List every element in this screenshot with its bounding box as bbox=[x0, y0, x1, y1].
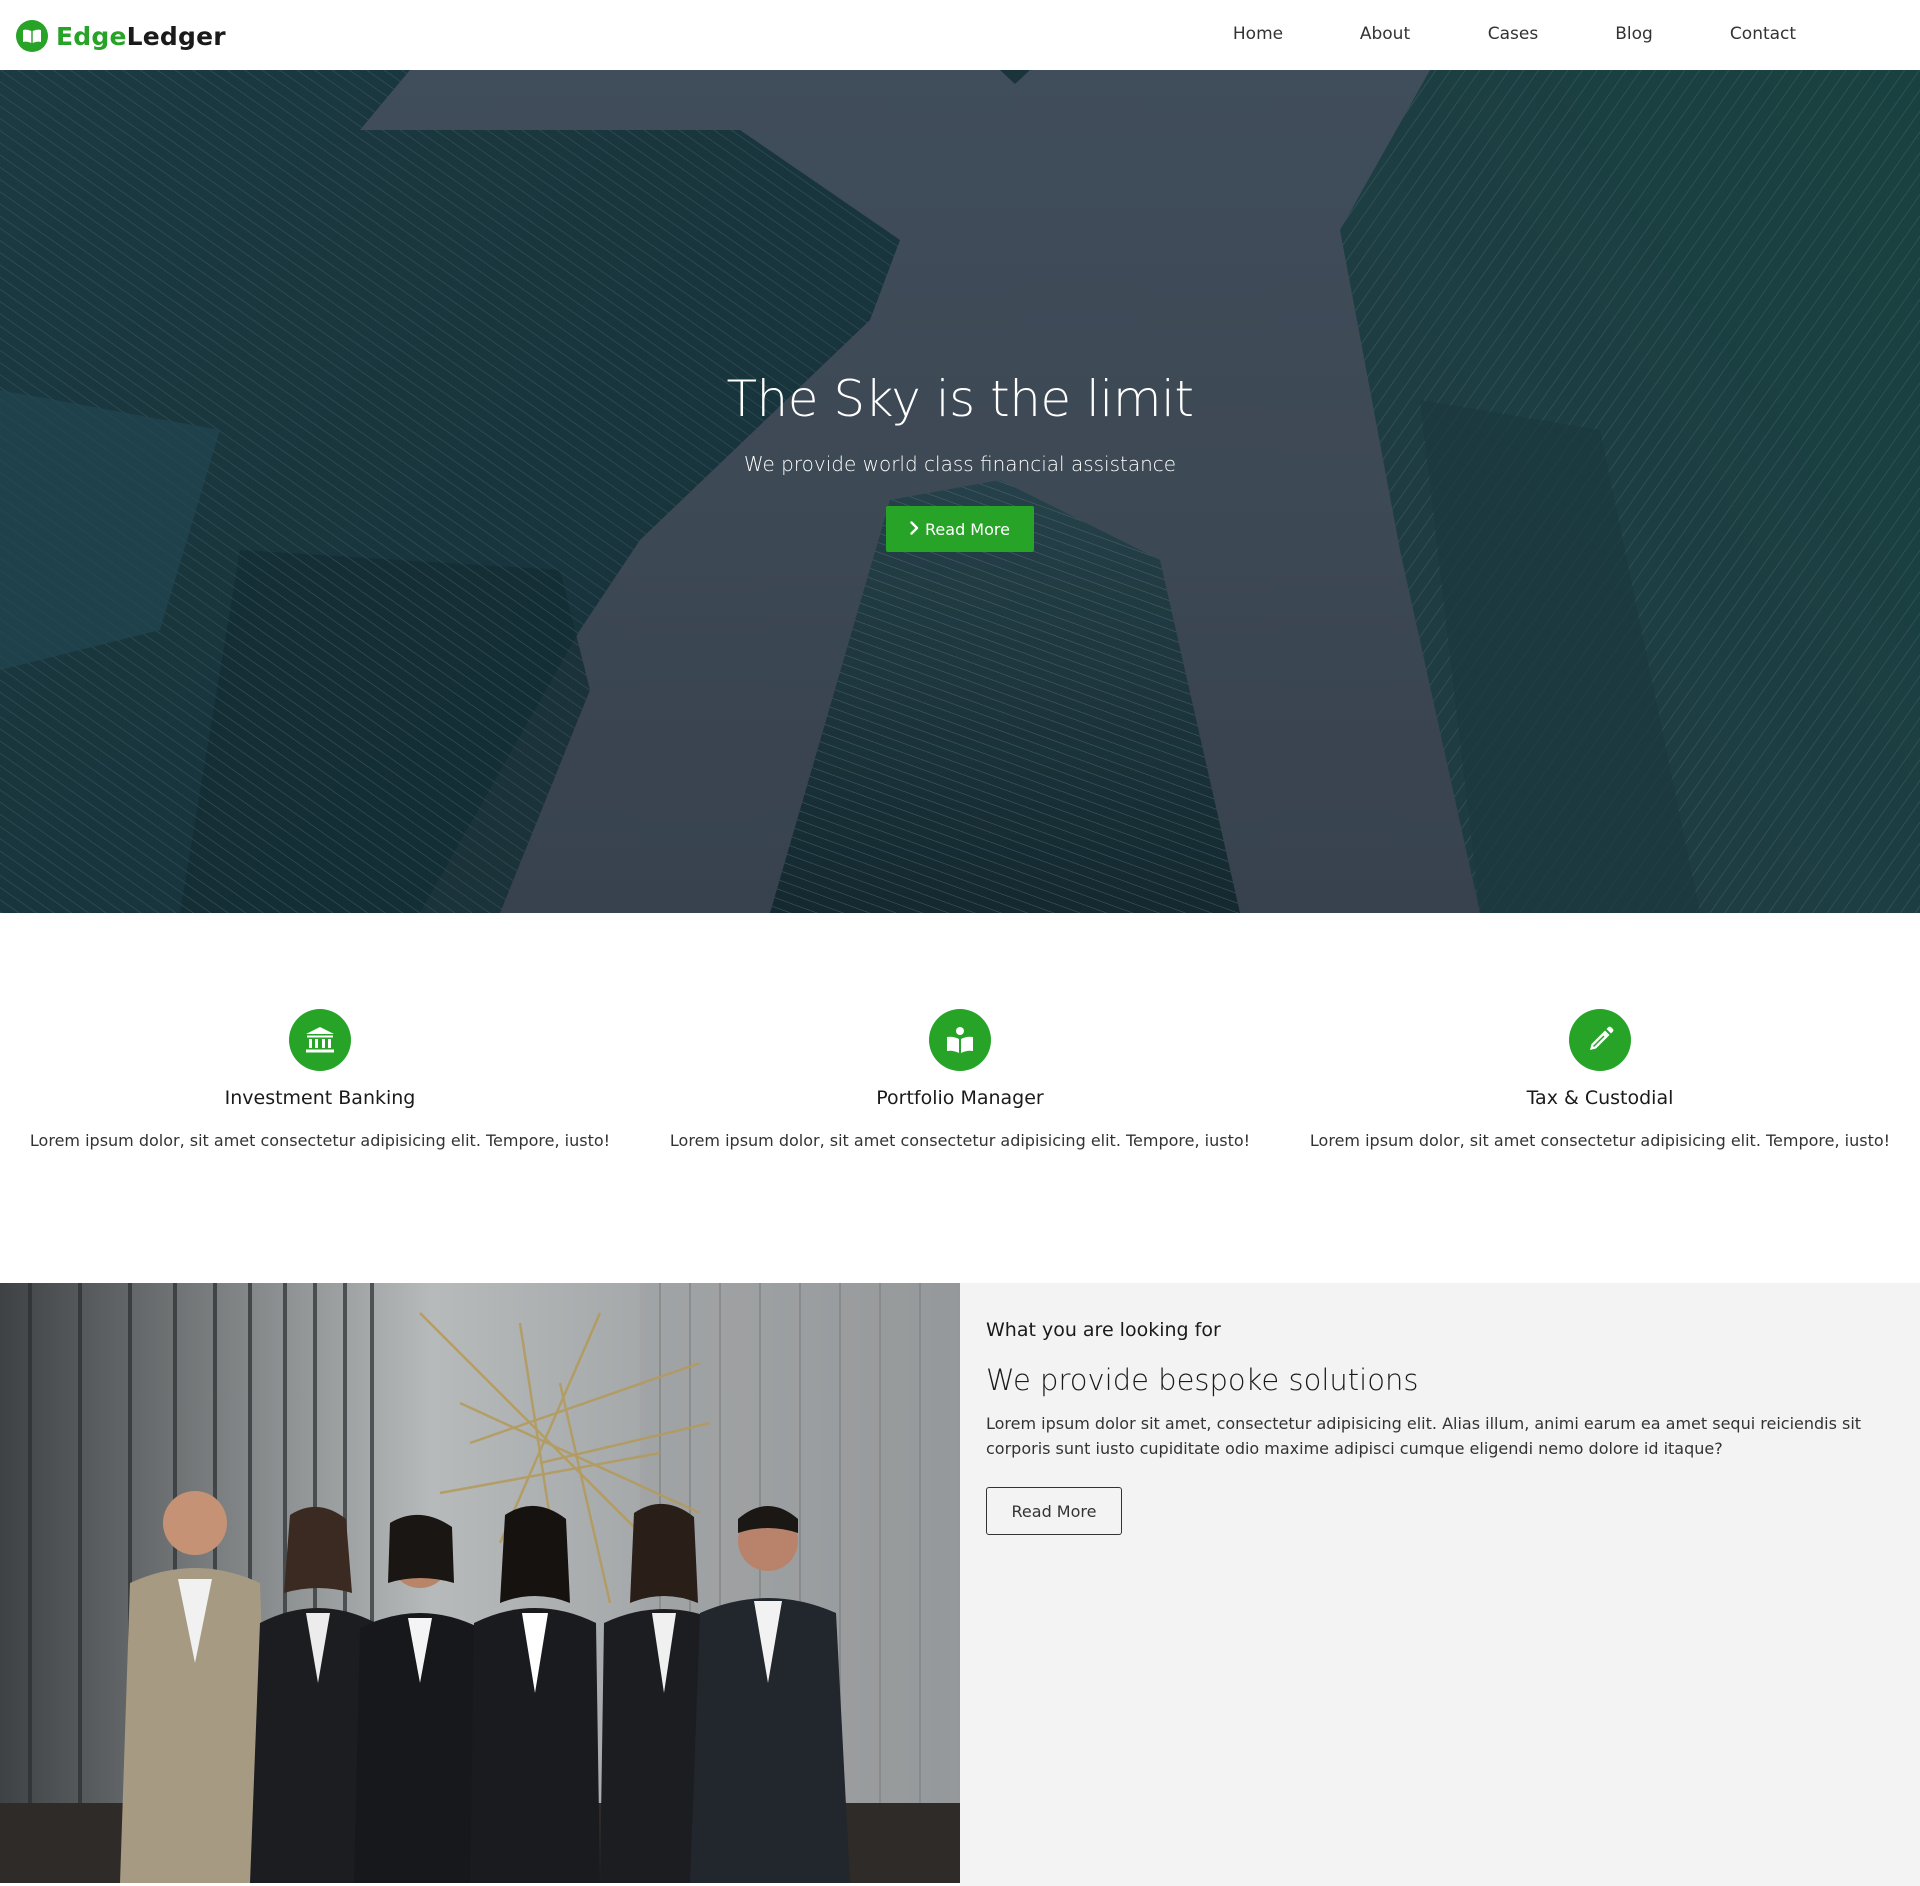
service-text: Lorem ipsum dolor, sit amet consectetur … bbox=[29, 1131, 611, 1150]
nav-item-about[interactable]: About bbox=[1315, 24, 1455, 44]
open-book-icon bbox=[16, 20, 48, 52]
bank-icon bbox=[289, 1009, 351, 1071]
reader-icon bbox=[929, 1009, 991, 1071]
about-text: Lorem ipsum dolor sit amet, consectetur … bbox=[986, 1414, 1862, 1458]
service-text: Lorem ipsum dolor, sit amet consectetur … bbox=[669, 1131, 1251, 1150]
chevron-right-icon bbox=[910, 519, 919, 540]
nav-item-home[interactable]: Home bbox=[1188, 24, 1328, 44]
service-card: Tax & Custodial Lorem ipsum dolor, sit a… bbox=[1280, 1009, 1920, 1150]
services-section: Investment Banking Lorem ipsum dolor, si… bbox=[0, 913, 1920, 1283]
brand-logo-link[interactable]: EdgeLedger bbox=[16, 20, 226, 52]
about-read-more-button[interactable]: Read More bbox=[986, 1487, 1122, 1535]
about-section: What you are looking for We provide besp… bbox=[0, 1283, 1920, 1886]
service-card: Portfolio Manager Lorem ipsum dolor, sit… bbox=[640, 1009, 1280, 1150]
service-card: Investment Banking Lorem ipsum dolor, si… bbox=[0, 1009, 640, 1150]
about-title: We provide bespoke solutions bbox=[986, 1363, 1419, 1397]
pencil-icon bbox=[1569, 1009, 1631, 1071]
brand-name-edge: Edge bbox=[56, 21, 127, 51]
hero-section: The Sky is the limit We provide world cl… bbox=[0, 70, 1920, 913]
service-title: Investment Banking bbox=[224, 1087, 416, 1109]
team-photo bbox=[0, 1283, 960, 1883]
main-nav: Home About Cases Blog Contact bbox=[1233, 0, 1920, 70]
hero-subtitle: We provide world class financial assista… bbox=[743, 452, 1177, 476]
team-photo-illustration bbox=[0, 1283, 960, 1883]
brand-name-ledger: Ledger bbox=[126, 21, 226, 51]
nav-item-contact[interactable]: Contact bbox=[1693, 24, 1833, 44]
hero-button-label: Read More bbox=[925, 519, 1010, 539]
nav-item-cases[interactable]: Cases bbox=[1443, 24, 1583, 44]
navbar: EdgeLedger Home About Cases Blog Contact bbox=[0, 0, 1920, 70]
brand-name: EdgeLedger bbox=[56, 22, 226, 51]
hero-content: The Sky is the limit We provide world cl… bbox=[0, 370, 1920, 552]
about-eyebrow: What you are looking for bbox=[986, 1319, 1221, 1341]
service-title: Portfolio Manager bbox=[876, 1087, 1044, 1109]
service-title: Tax & Custodial bbox=[1526, 1087, 1674, 1109]
service-text: Lorem ipsum dolor, sit amet consectetur … bbox=[1309, 1131, 1891, 1150]
hero-title: The Sky is the limit bbox=[726, 370, 1194, 428]
about-panel: What you are looking for We provide besp… bbox=[960, 1283, 1920, 1886]
nav-item-blog[interactable]: Blog bbox=[1564, 24, 1704, 44]
hero-read-more-button[interactable]: Read More bbox=[886, 506, 1034, 552]
